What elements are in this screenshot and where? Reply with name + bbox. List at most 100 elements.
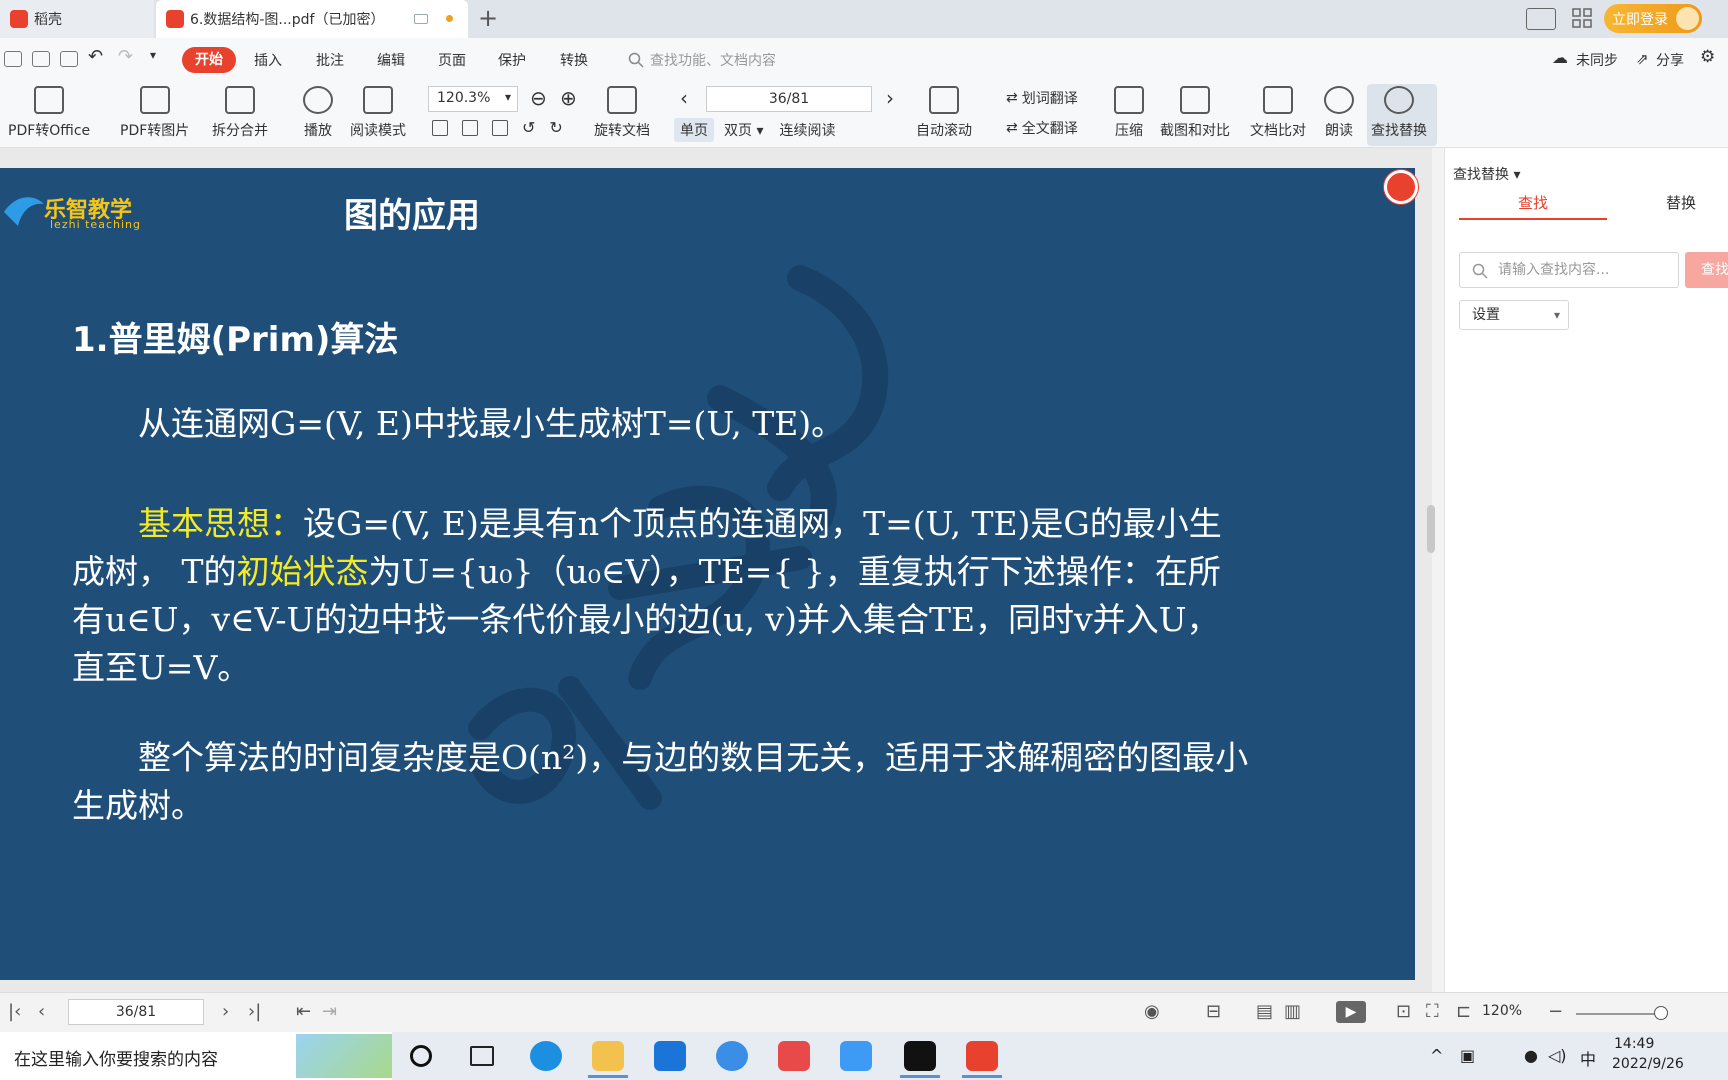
menu-convert[interactable]: 转换 xyxy=(560,50,588,70)
settings-select[interactable]: 设置 xyxy=(1459,300,1569,330)
zoom-slider-knob[interactable] xyxy=(1654,1006,1668,1020)
print-icon[interactable] xyxy=(60,51,78,67)
menu-annotate[interactable]: 批注 xyxy=(316,50,344,70)
login-button[interactable]: 立即登录 xyxy=(1604,4,1702,33)
read-aloud-button[interactable]: 朗读 xyxy=(1324,86,1354,140)
cortana-icon[interactable] xyxy=(410,1045,432,1067)
pin-window-icon[interactable] xyxy=(414,14,428,24)
double-view-icon[interactable]: ▥ xyxy=(1284,1001,1301,1022)
redo-icon[interactable]: ↷ xyxy=(118,46,133,67)
window-layout-icon[interactable] xyxy=(1526,8,1556,30)
fit-width-icon[interactable]: ⊏ xyxy=(1456,1001,1471,1022)
double-page-button[interactable]: 双页 ▾ xyxy=(724,120,763,140)
menu-start[interactable]: 开始 xyxy=(182,47,236,73)
tray-app-icon[interactable]: ▣ xyxy=(1460,1046,1475,1065)
prev-page-icon[interactable]: ‹ xyxy=(38,1001,45,1022)
wps-office-icon[interactable] xyxy=(966,1041,998,1071)
play-icon xyxy=(303,86,333,114)
eye-protect-icon[interactable]: ◉ xyxy=(1144,1001,1160,1022)
mail-icon[interactable] xyxy=(654,1041,686,1071)
function-search[interactable]: 查找功能、文档内容 xyxy=(628,50,776,70)
find-replace-button[interactable]: 查找替换 xyxy=(1367,84,1437,146)
actual-size-icon[interactable] xyxy=(432,119,448,136)
pdf-to-office-icon xyxy=(34,86,65,114)
menu-page[interactable]: 页面 xyxy=(438,50,466,70)
document-view[interactable]: 乐智教学 lezhi teaching 图的应用 1.普里姆(Prim)算法 从… xyxy=(0,148,1432,992)
last-page-icon[interactable]: ›| xyxy=(248,1001,261,1022)
edge-browser-icon[interactable] xyxy=(530,1041,562,1071)
tab-replace[interactable]: 替换 xyxy=(1607,186,1728,220)
prev-page-icon[interactable]: ‹ xyxy=(680,86,688,110)
save-icon[interactable] xyxy=(32,51,50,67)
full-translate-button[interactable]: ⇄ 全文翻译 xyxy=(1006,118,1078,138)
video-app-icon[interactable] xyxy=(904,1041,936,1071)
huawei-app-icon[interactable] xyxy=(778,1041,810,1071)
file-explorer-icon[interactable] xyxy=(592,1041,624,1071)
fit-page-icon[interactable]: ⛶ xyxy=(1426,1001,1439,1022)
rotate-right-icon[interactable]: ↻ xyxy=(549,118,562,137)
menu-protect[interactable]: 保护 xyxy=(498,50,526,70)
find-button[interactable]: 查找 xyxy=(1685,252,1728,288)
cloud-app-icon[interactable] xyxy=(840,1041,872,1071)
zoom-select[interactable]: 120.3% ▾ xyxy=(428,86,518,112)
clock-time[interactable]: 14:49 xyxy=(1614,1036,1654,1052)
zoom-in-icon[interactable]: ⊕ xyxy=(560,86,577,110)
screenshot-compare-button[interactable]: 截图和对比 xyxy=(1160,86,1230,140)
new-tab-button[interactable]: + xyxy=(478,4,498,32)
continuous-read-button[interactable]: 连续阅读 xyxy=(779,120,835,140)
menu-edit[interactable]: 编辑 xyxy=(377,50,405,70)
settings-gear-icon[interactable]: ⚙ xyxy=(1700,47,1715,67)
rotate-doc-button[interactable]: 旋转文档 xyxy=(594,86,650,140)
compress-button[interactable]: 压缩 xyxy=(1114,86,1144,140)
doc-compare-button[interactable]: 文档比对 xyxy=(1250,86,1306,140)
fit-page-icon[interactable] xyxy=(462,119,478,136)
single-page-button[interactable]: 单页 xyxy=(674,118,714,142)
menu-insert[interactable]: 插入 xyxy=(254,50,282,70)
undo-icon[interactable]: ↶ xyxy=(88,46,103,67)
read-aloud-icon xyxy=(1324,86,1354,114)
status-page-input[interactable]: 36/81 xyxy=(68,999,204,1025)
open-folder-icon[interactable] xyxy=(4,51,22,67)
zoom-out-icon[interactable]: − xyxy=(1548,1001,1563,1022)
play-button[interactable]: 播放 xyxy=(303,86,333,140)
browser-icon[interactable] xyxy=(716,1041,748,1071)
single-view-icon[interactable]: ▤ xyxy=(1256,1001,1273,1022)
tray-expand-icon[interactable]: ^ xyxy=(1430,1046,1443,1065)
continuous-view-icon[interactable]: ⊟ xyxy=(1206,1001,1221,1022)
pdf-to-image-button[interactable]: PDF转图片 xyxy=(120,86,189,140)
tab-pdf-document[interactable]: 6.数据结构-图...pdf（已加密） xyxy=(156,0,468,38)
tab-find[interactable]: 查找 xyxy=(1459,186,1607,220)
search-icon xyxy=(628,52,644,68)
ime-indicator[interactable]: 中 xyxy=(1580,1046,1596,1070)
page-number-input[interactable]: 36/81 xyxy=(706,86,872,112)
apps-grid-icon[interactable] xyxy=(1572,8,1592,30)
panel-title[interactable]: 查找替换 ▾ xyxy=(1453,164,1520,184)
auto-scroll-button[interactable]: 自动滚动 xyxy=(916,86,972,140)
fit-width-icon[interactable] xyxy=(492,119,508,136)
zoom-out-icon[interactable]: ⊖ xyxy=(530,86,547,110)
tab-docer-home[interactable]: 稻壳 xyxy=(0,0,154,38)
sync-status[interactable]: 未同步 xyxy=(1576,50,1618,70)
volume-icon[interactable]: ◁) xyxy=(1548,1046,1567,1065)
find-input[interactable]: 请输入查找内容... xyxy=(1459,252,1679,288)
forward-icon[interactable]: ⇥ xyxy=(322,1001,337,1022)
microphone-icon[interactable]: ● xyxy=(1524,1046,1538,1065)
stamp-icon[interactable] xyxy=(1384,170,1418,204)
split-merge-button[interactable]: 拆分合并 xyxy=(212,86,268,140)
pdf-to-office-button[interactable]: PDF转Office xyxy=(8,86,90,140)
vertical-scrollbar-thumb[interactable] xyxy=(1427,505,1435,553)
next-page-icon[interactable]: › xyxy=(886,86,894,110)
reading-mode-button[interactable]: 阅读模式 xyxy=(350,86,406,140)
task-view-icon[interactable] xyxy=(470,1046,494,1066)
rotate-left-icon[interactable]: ↺ xyxy=(522,118,535,137)
share-button[interactable]: 分享 xyxy=(1656,50,1684,70)
clock-date[interactable]: 2022/9/26 xyxy=(1612,1056,1684,1072)
first-page-icon[interactable]: |‹ xyxy=(8,1001,21,1022)
quick-access-dropdown-icon[interactable]: ▾ xyxy=(150,48,156,62)
status-zoom-value[interactable]: 120% xyxy=(1482,1003,1522,1019)
word-translate-button[interactable]: ⇄ 划词翻译 xyxy=(1006,88,1078,108)
back-icon[interactable]: ⇤ xyxy=(296,1001,311,1022)
actual-size-icon[interactable]: ⊡ xyxy=(1396,1001,1411,1022)
next-page-icon[interactable]: › xyxy=(222,1001,229,1022)
play-slideshow-icon[interactable]: ▶ xyxy=(1336,1001,1366,1023)
